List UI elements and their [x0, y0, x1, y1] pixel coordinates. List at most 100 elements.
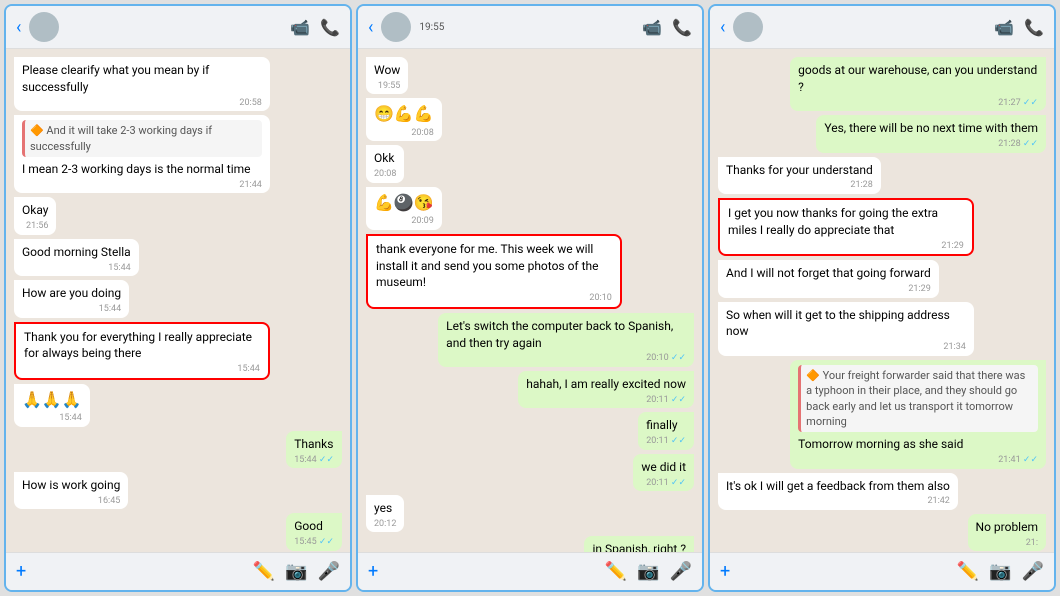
message-bubble-sent: finally20:11 ✓✓	[638, 412, 694, 449]
message-text: we did it	[641, 460, 686, 474]
chat-panel-2: ‹ 19:55 📹 📞 Wow19:55😁💪💪20:08Okk20:08💪🎱😘2…	[356, 4, 704, 592]
message-bubble: So when will it get to the shipping addr…	[718, 302, 974, 356]
header-time: 19:55	[419, 22, 444, 33]
message-text: hahah, I am really excited now	[526, 377, 686, 391]
message-text: And I will not forget that going forward	[726, 266, 931, 280]
message-time: 20:08	[374, 127, 434, 140]
message-bubble: 😁💪💪20:08	[366, 98, 442, 141]
message-text: yes	[374, 501, 392, 515]
message-bubble-sent: Let's switch the computer back to Spanis…	[438, 313, 694, 367]
video-icon[interactable]: 📹	[290, 18, 310, 37]
message-time: 21:28	[726, 179, 873, 192]
chat-body: Please clearify what you mean by if succ…	[6, 49, 350, 552]
quoted-message: 🔶 Your freight forwarder said that there…	[798, 365, 1038, 433]
camera-icon[interactable]: 📷	[285, 561, 307, 582]
message-bubble-quoted: 🔶 And it will take 2-3 working days if s…	[14, 115, 270, 193]
chat-footer: + ✏️ 📷 🎤	[6, 552, 350, 590]
message-text: Please clearify what you mean by if succ…	[22, 63, 209, 94]
phone-icon[interactable]: 📞	[320, 18, 340, 37]
message-text: goods at our warehouse, can you understa…	[798, 63, 1037, 94]
draw-icon[interactable]: ✏️	[957, 561, 979, 582]
draw-icon[interactable]: ✏️	[253, 561, 275, 582]
message-text: 🙏🙏🙏	[22, 390, 82, 409]
message-text: It's ok I will get a feedback from them …	[726, 479, 950, 493]
message-bubble: How are you doing 15:44	[14, 280, 129, 317]
message-text: So when will it get to the shipping addr…	[726, 308, 950, 339]
message-bubble: Wow19:55	[366, 57, 408, 94]
video-icon[interactable]: 📹	[642, 18, 662, 37]
message-time: 20:10	[376, 292, 612, 305]
header-icons: 📹 📞	[994, 18, 1044, 37]
message-bubble: And I will not forget that going forward…	[718, 260, 939, 297]
message-text: How are you doing	[22, 286, 121, 300]
message-time: 20:10 ✓✓	[446, 352, 686, 365]
message-time: 21:56	[22, 220, 48, 233]
header-icons: 📹 📞	[642, 18, 692, 37]
message-text: I get you now thanks for going the extra…	[728, 206, 938, 237]
message-bubble-sent: Thanks15:44 ✓✓	[286, 431, 342, 468]
message-time: 21:28 ✓✓	[824, 138, 1038, 151]
message-bubble: yes20:12	[366, 495, 404, 532]
message-bubble: Please clearify what you mean by if succ…	[14, 57, 270, 111]
message-time: 21:27 ✓✓	[798, 97, 1038, 110]
phone-icon[interactable]: 📞	[1024, 18, 1044, 37]
plus-button[interactable]: +	[720, 561, 730, 582]
message-text: Thanks for your understand	[726, 163, 873, 177]
message-text: Tomorrow morning as she said	[798, 437, 963, 451]
camera-icon[interactable]: 📷	[637, 561, 659, 582]
message-text: Good	[294, 519, 323, 533]
message-text: 💪🎱😘	[374, 193, 434, 212]
plus-button[interactable]: +	[16, 561, 26, 582]
message-text: Thank you for everything I really apprec…	[24, 330, 252, 361]
chat-body: goods at our warehouse, can you understa…	[710, 49, 1054, 552]
message-bubble: 💪🎱😘20:09	[366, 187, 442, 230]
avatar	[29, 12, 59, 42]
message-time: 15:44 ✓✓	[294, 454, 334, 467]
avatar	[733, 12, 763, 42]
message-bubble-sent: No problem21:	[968, 514, 1046, 551]
message-time: 20:08	[374, 168, 396, 181]
message-bubble: Thanks for your understand 21:28	[718, 157, 881, 194]
draw-icon[interactable]: ✏️	[605, 561, 627, 582]
video-icon[interactable]: 📹	[994, 18, 1014, 37]
mic-icon[interactable]: 🎤	[1022, 561, 1044, 582]
chat-body: Wow19:55 😁💪💪20:08 Okk 20:08 💪🎱😘20:09 thank ev…	[358, 49, 702, 552]
message-text: I mean 2-3 working days is the normal ti…	[22, 162, 251, 176]
message-time: 15:45 ✓✓	[294, 536, 334, 549]
message-text: Yes, there will be no next time with the…	[824, 121, 1038, 135]
plus-button[interactable]: +	[368, 561, 378, 582]
message-time: 21:	[976, 537, 1038, 550]
message-bubble-sent: Yes, there will be no next time with the…	[816, 115, 1046, 152]
message-text: in Spanish, right ?	[592, 542, 686, 552]
message-bubble-quoted: 🔶 Your freight forwarder said that there…	[790, 360, 1046, 469]
chat-panel-3: ‹ 📹 📞 goods at our warehouse, can you un…	[708, 4, 1056, 592]
message-text: Let's switch the computer back to Spanis…	[446, 319, 673, 350]
message-time: 21:44	[22, 179, 262, 192]
quoted-message: 🔶 And it will take 2-3 working days if s…	[22, 120, 262, 157]
message-time: 15:44	[22, 303, 121, 316]
chat-footer: + ✏️ 📷 🎤	[358, 552, 702, 590]
message-time: 20:11 ✓✓	[526, 394, 686, 407]
camera-icon[interactable]: 📷	[989, 561, 1011, 582]
message-bubble: Good morning Stella15:44	[14, 239, 139, 276]
back-button[interactable]: ‹	[720, 17, 725, 38]
mic-icon[interactable]: 🎤	[670, 561, 692, 582]
message-time: 21:41 ✓✓	[798, 454, 1038, 467]
back-button[interactable]: ‹	[368, 17, 373, 38]
message-time: 15:44	[22, 412, 82, 425]
mic-icon[interactable]: 🎤	[318, 561, 340, 582]
message-time: 15:44	[22, 262, 131, 275]
message-time: 20:11 ✓✓	[641, 477, 686, 490]
phone-icon[interactable]: 📞	[672, 18, 692, 37]
message-bubble: It's ok I will get a feedback from them …	[718, 473, 958, 510]
message-text: thank everyone for me. This week we will…	[376, 242, 598, 290]
avatar	[381, 12, 411, 42]
back-button[interactable]: ‹	[16, 17, 21, 38]
message-bubble-sent: in Spanish, right ?20:	[584, 536, 694, 552]
message-text: Okk	[374, 151, 394, 165]
chat-header: ‹ 19:55 📹 📞	[358, 6, 702, 49]
message-time: 20:58	[22, 97, 262, 110]
message-time: 21:29	[726, 283, 931, 296]
chat-footer: + ✏️ 📷 🎤	[710, 552, 1054, 590]
message-time: 20:11 ✓✓	[646, 435, 686, 448]
